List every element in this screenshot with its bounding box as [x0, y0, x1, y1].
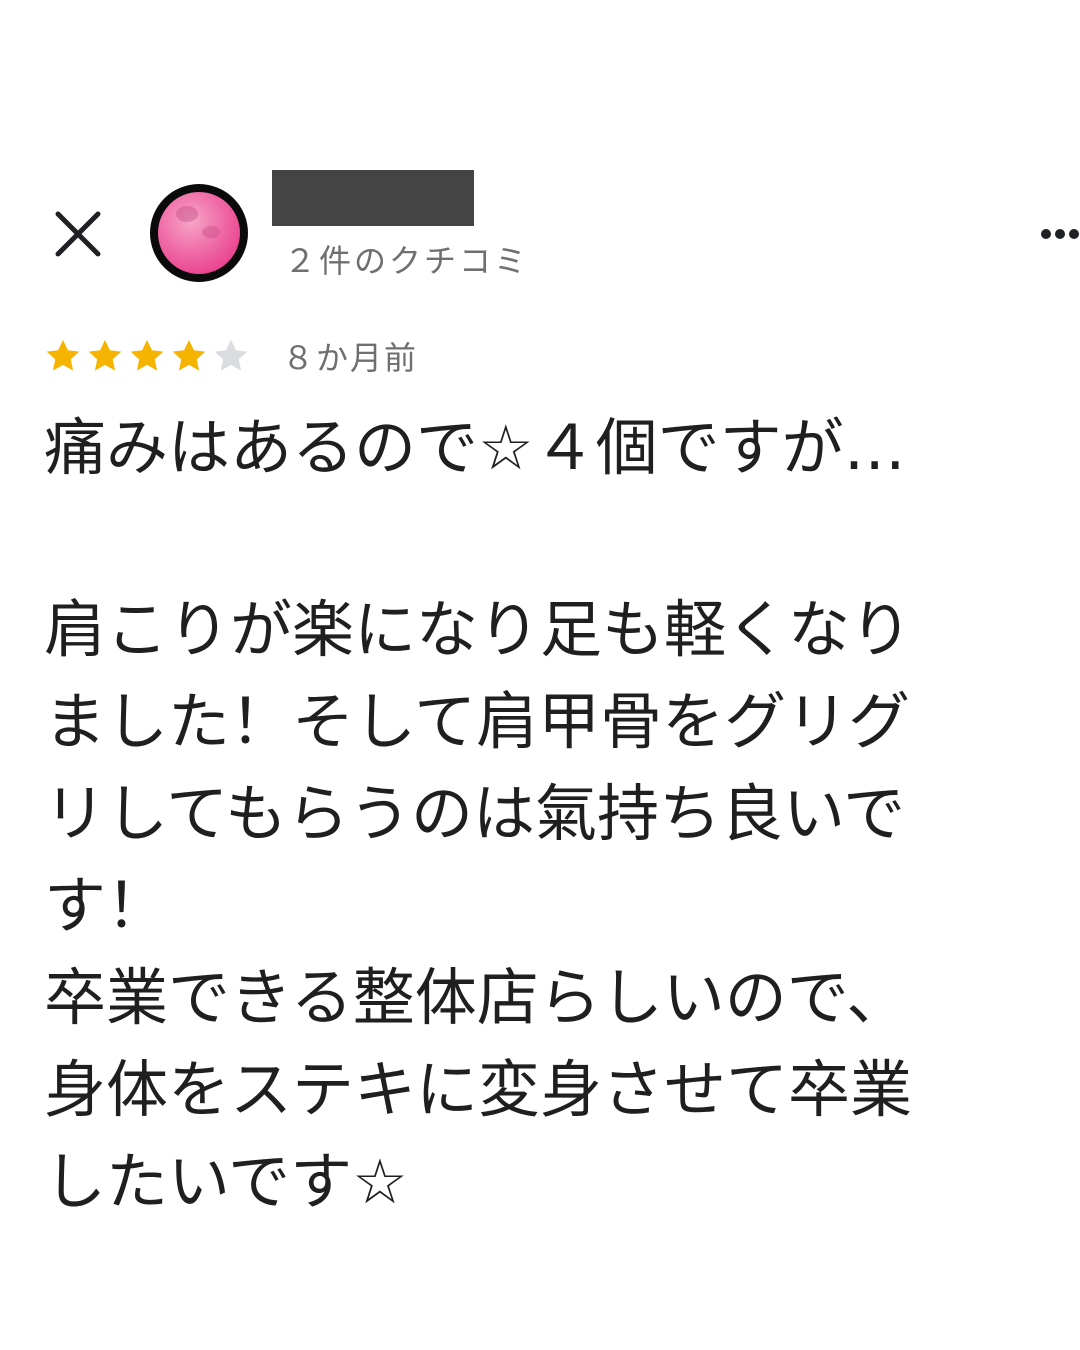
more-horizontal-icon — [1041, 229, 1079, 239]
close-button[interactable] — [50, 206, 106, 262]
review-line: 卒業できる整体店らしいので、 — [44, 961, 909, 1034]
pink-moon-avatar-icon — [158, 192, 240, 274]
star-filled-icon — [130, 339, 164, 371]
review-first-line: 痛みはあるので☆４個ですが… — [44, 411, 906, 484]
review-text: 肩こりが楽になり足も軽くなり ました！そして肩甲骨をグリグ リしてもらうのは氣持… — [44, 584, 1064, 1228]
avatar[interactable] — [150, 184, 248, 282]
review-line: リしてもらうのは氣持ち良いで — [44, 777, 906, 850]
rating-row: ８か月前 — [44, 334, 418, 378]
star-filled-icon — [88, 339, 122, 371]
review-line: す！ — [44, 869, 169, 942]
review-line: したいです☆ — [44, 1145, 408, 1218]
review-time-ago: ８か月前 — [282, 339, 419, 377]
reviewer-name-redacted[interactable] — [272, 170, 474, 226]
more-options-button[interactable] — [1040, 222, 1080, 246]
review-line: 身体をステキに変身させて卒業 — [44, 1053, 913, 1126]
review-line: 肩こりが楽になり足も軽くなり — [44, 593, 913, 666]
star-empty-icon — [214, 339, 248, 371]
close-icon — [55, 211, 101, 257]
star-rating — [44, 337, 254, 375]
review-count[interactable]: ２件のクチコミ — [284, 236, 529, 282]
star-filled-icon — [172, 339, 206, 371]
star-filled-icon — [46, 339, 80, 371]
review-line: ました！そして肩甲骨をグリグ — [44, 685, 911, 758]
